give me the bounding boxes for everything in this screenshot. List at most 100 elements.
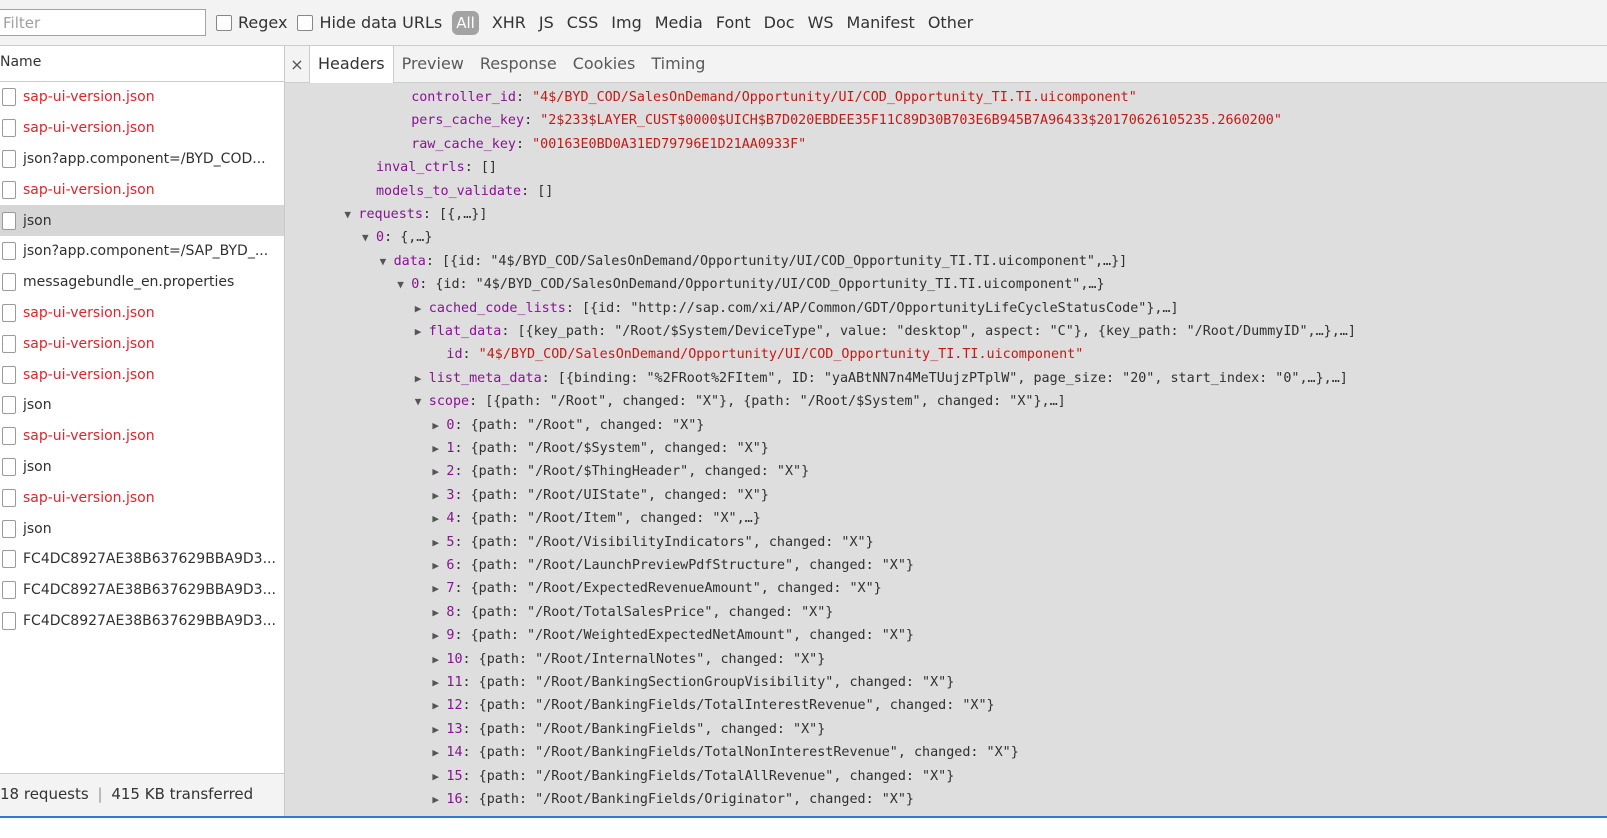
type-filter-js[interactable]: JS [539,13,554,32]
expanded-triangle-icon[interactable]: ▼ [380,250,394,273]
type-filter-all[interactable]: All [452,11,479,35]
request-row[interactable]: sap-ui-version.json [0,328,284,359]
json-line[interactable]: ▶ cached_code_lists: [{id: "http://sap.co… [415,297,1179,320]
collapsed-triangle-icon[interactable]: ▶ [415,367,429,390]
json-line[interactable]: ▼ requests: [{,…}] [344,203,487,226]
request-row[interactable]: json [0,390,284,421]
expanded-triangle-icon[interactable]: ▼ [415,390,429,413]
json-line[interactable]: ▶ 9: {path: "/Root/WeightedExpectedNetAmo… [432,624,914,647]
collapsed-triangle-icon[interactable]: ▶ [432,437,446,460]
collapsed-triangle-icon[interactable]: ▶ [432,601,446,624]
collapsed-triangle-icon[interactable]: ▶ [432,788,446,811]
json-line[interactable]: ▶ 13: {path: "/Root/BankingFields", chang… [432,718,825,741]
request-row[interactable]: sap-ui-version.json [0,421,284,452]
json-line[interactable]: ▶ 11: {path: "/Root/BankingSectionGroupVi… [432,671,954,694]
json-line[interactable]: ▶ 14: {path: "/Root/BankingFields/TotalNo… [432,741,1018,764]
tab-response[interactable]: Response [472,46,565,82]
json-line[interactable]: ▼ scope: [{path: "/Root", changed: "X"}, … [415,390,1066,413]
type-filter-img[interactable]: Img [611,13,641,32]
json-line[interactable]: ▼ 0: {,…} [362,226,432,249]
collapsed-triangle-icon[interactable]: ▶ [432,460,446,483]
checkbox-icon [297,14,314,31]
json-line[interactable]: ▶ 6: {path: "/Root/LaunchPreviewPdfStruct… [432,554,914,577]
collapsed-triangle-icon[interactable]: ▶ [432,741,446,764]
request-row[interactable]: FC4DC8927AE38B637629BBA9D3... [0,575,284,606]
type-filter-ws[interactable]: WS [808,13,834,32]
type-filter-xhr[interactable]: XHR [492,13,526,32]
expanded-triangle-icon[interactable]: ▼ [362,226,376,249]
type-filter-media[interactable]: Media [655,13,703,32]
request-row[interactable]: json?app.component=/BYD_COD... [0,144,284,175]
request-row[interactable]: messagebundle_en.properties [0,267,284,298]
json-line[interactable]: ▶ 7: {path: "/Root/ExpectedRevenueAmount"… [432,577,881,600]
close-icon[interactable]: × [285,55,309,74]
json-separator: : [454,417,471,433]
request-row[interactable]: json [0,205,284,236]
collapsed-triangle-icon[interactable]: ▶ [432,577,446,600]
json-line[interactable]: ▶ 5: {path: "/Root/VisibilityIndicators",… [432,531,873,554]
json-line[interactable]: ▶ flat_data: [{key_path: "/Root/$System/D… [415,320,1356,343]
request-row[interactable]: sap-ui-version.json [0,82,284,113]
collapsed-triangle-icon[interactable]: ▶ [432,765,446,788]
tab-preview[interactable]: Preview [394,46,472,82]
expanded-triangle-icon[interactable]: ▼ [397,273,411,296]
request-row[interactable]: json [0,452,284,483]
json-line[interactable]: ▶ 15: {path: "/Root/BankingFields/TotalAl… [432,765,954,788]
collapsed-triangle-icon[interactable]: ▶ [432,648,446,671]
request-row[interactable]: json [0,513,284,544]
json-separator: : [422,207,440,222]
regex-checkbox[interactable]: Regex [216,13,287,32]
json-line[interactable]: ▶ list_meta_data: [{binding: "%2FRoot%2FI… [415,367,1348,390]
tab-timing[interactable]: Timing [643,46,713,82]
json-line[interactable]: ▶ 0: {path: "/Root", changed: "X"} [432,414,704,437]
request-row[interactable]: FC4DC8927AE38B637629BBA9D3... [0,606,284,637]
type-filter-font[interactable]: Font [716,13,751,32]
name-column-header[interactable]: Name [0,46,284,82]
type-filter-other[interactable]: Other [928,13,973,32]
collapsed-triangle-icon[interactable]: ▶ [432,507,446,530]
collapsed-triangle-icon[interactable]: ▶ [415,297,429,320]
json-line[interactable]: ▼ data: [{id: "4$/BYD_COD/SalesOnDemand/O… [380,250,1128,273]
request-name: messagebundle_en.properties [23,274,235,291]
json-separator: : [524,113,541,129]
json-line[interactable]: ▶ 3: {path: "/Root/UIState", changed: "X"… [432,484,768,507]
collapsed-triangle-icon[interactable]: ▶ [432,718,446,741]
json-line[interactable]: ▶ 12: {path: "/Root/BankingFields/TotalIn… [432,694,994,717]
hide-data-urls-checkbox[interactable]: Hide data URLs [297,13,442,32]
filter-input[interactable] [0,9,206,36]
request-row[interactable]: sap-ui-version.json [0,298,284,329]
type-filter-manifest[interactable]: Manifest [847,13,915,32]
document-icon [2,334,16,353]
collapsed-triangle-icon[interactable]: ▶ [432,694,446,717]
tab-headers[interactable]: Headers [309,45,394,83]
request-row[interactable]: sap-ui-version.json [0,113,284,144]
json-value: [] [480,160,497,176]
type-filter-doc[interactable]: Doc [764,13,795,32]
collapsed-triangle-icon[interactable]: ▶ [432,484,446,507]
json-line[interactable]: ▼ 0: {id: "4$/BYD_COD/SalesOnDemand/Oppor… [397,273,1104,296]
collapsed-triangle-icon[interactable]: ▶ [432,624,446,647]
collapsed-triangle-icon[interactable]: ▶ [415,320,429,343]
json-line[interactable]: ▶ 1: {path: "/Root/$System", changed: "X"… [432,437,768,460]
collapsed-triangle-icon[interactable]: ▶ [432,414,446,437]
request-row[interactable]: sap-ui-version.json [0,174,284,205]
request-row[interactable]: FC4DC8927AE38B637629BBA9D3... [0,544,284,575]
summary-separator: | [97,785,103,803]
tab-cookies[interactable]: Cookies [565,46,644,82]
json-line[interactable]: ▶ 8: {path: "/Root/TotalSalesPrice", chan… [432,601,833,624]
expanded-triangle-icon[interactable]: ▼ [344,203,358,226]
json-line[interactable]: ▶ 2: {path: "/Root/$ThingHeader", changed… [432,460,809,483]
collapsed-triangle-icon[interactable]: ▶ [432,531,446,554]
document-icon [2,365,16,384]
request-row[interactable]: json?app.component=/SAP_BYD_... [0,236,284,267]
type-filter-css[interactable]: CSS [567,13,598,32]
json-line[interactable]: ▶ 4: {path: "/Root/Item", changed: "X",…} [432,507,760,530]
json-line[interactable]: ▶ 10: {path: "/Root/InternalNotes", chang… [432,648,825,671]
json-line[interactable]: ▶ 16: {path: "/Root/BankingFields/Origina… [432,788,914,811]
json-value: {path: "/Root/BankingFields/Originator",… [478,792,914,807]
request-row[interactable]: sap-ui-version.json [0,482,284,513]
json-value: {path: "/Root", changed: "X"} [470,417,705,433]
collapsed-triangle-icon[interactable]: ▶ [432,671,446,694]
collapsed-triangle-icon[interactable]: ▶ [432,554,446,577]
request-row[interactable]: sap-ui-version.json [0,359,284,390]
